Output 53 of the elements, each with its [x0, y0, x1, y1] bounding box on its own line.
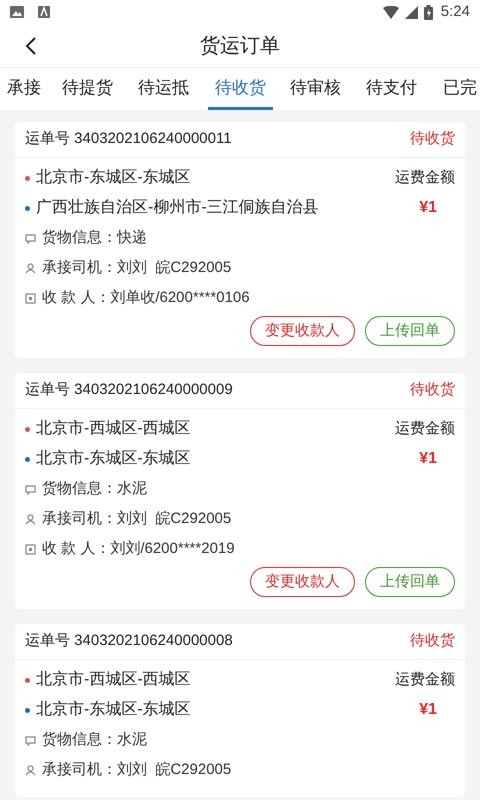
card-icon — [25, 544, 36, 554]
location-text: 北京市-西城区-西城区 — [36, 670, 191, 690]
action-button[interactable]: 上传回单 — [365, 316, 455, 346]
fee-label: 运费金额 — [395, 670, 455, 690]
action-button[interactable]: 变更收款人 — [250, 316, 355, 346]
order-status: 待收货 — [410, 631, 455, 652]
tab[interactable]: 待审核 — [283, 68, 348, 110]
fee-amount: ¥1 — [419, 449, 437, 469]
detail-text: 货物信息：水泥 — [42, 730, 147, 750]
detail-text: 收 款 人：刘刘/6200****2019 — [42, 538, 235, 559]
image-icon — [10, 6, 24, 18]
order-card[interactable]: 运单号 3403202106240000011 待收货 北京市-东城区-东城区 运费金额 广西壮族自治区-柳州市-三江侗族自治县 ¥1 货物信息：快递 承接司机：刘刘 皖C292005 收 款 人：刘单收/6200****0106 变更收款人 上传回单 — [15, 122, 465, 358]
order-status: 待收货 — [410, 380, 455, 400]
location-text: 北京市-西城区-西城区 — [36, 418, 191, 439]
tab[interactable]: 待支付 — [359, 68, 424, 110]
order-number: 运单号 3403202106240000011 — [25, 129, 232, 150]
status-time: 5:24 — [440, 2, 470, 22]
tab[interactable]: 待收货 — [208, 68, 273, 110]
wifi-icon — [382, 6, 399, 18]
card-icon — [25, 292, 36, 304]
tab[interactable]: 待运抵 — [131, 68, 196, 110]
person-icon — [25, 764, 36, 776]
signal-icon — [404, 6, 418, 18]
tab[interactable]: 待提货 — [55, 68, 120, 110]
detail-text: 货物信息：水泥 — [42, 478, 147, 499]
battery-icon — [424, 4, 433, 20]
location-text: 北京市-东城区-东城区 — [36, 168, 191, 188]
location-text: 北京市-东城区-东城区 — [36, 448, 191, 469]
detail-text: 收 款 人：刘单收/6200****0106 — [42, 288, 250, 308]
detail-text: 承接司机：刘刘 皖C292005 — [42, 760, 232, 780]
fee-label: 运费金额 — [395, 168, 455, 188]
order-card[interactable]: 运单号 3403202106240000008 待收货 北京市-西城区-西城区 运费金额 北京市-东城区-东城区 ¥1 货物信息：水泥 承接司机：刘刘 皖C292005 — [15, 624, 465, 797]
location-text: 北京市-东城区-东城区 — [36, 700, 191, 720]
detail-text: 承接司机：刘刘 皖C292005 — [42, 258, 232, 278]
back-icon[interactable] — [25, 37, 37, 55]
detail-text: 承接司机：刘刘 皖C292005 — [42, 508, 232, 529]
fee-amount: ¥1 — [419, 700, 437, 720]
order-number: 运单号 3403202106240000009 — [25, 380, 233, 400]
order-status: 待收货 — [410, 129, 455, 150]
fee-label: 运费金额 — [395, 418, 455, 439]
location-text: 广西壮族自治区-柳州市-三江侗族自治县 — [36, 198, 319, 218]
order-card[interactable]: 运单号 3403202106240000009 待收货 北京市-西城区-西城区 运费金额 北京市-东城区-东城区 ¥1 货物信息：水泥 承接司机：刘刘 皖C292005 收 款 人：刘刘/6200****2019 变更收款人 上传回单 — [15, 373, 465, 609]
detail-text: 货物信息：快递 — [42, 228, 147, 248]
order-number: 运单号 3403202106240000008 — [25, 631, 233, 652]
page-title: 货运订单 — [200, 34, 280, 58]
fee-amount: ¥1 — [419, 198, 437, 218]
app-icon — [38, 6, 50, 18]
tab[interactable]: 承接 — [0, 68, 48, 110]
person-icon — [25, 514, 36, 524]
person-icon — [25, 262, 36, 274]
action-button[interactable]: 上传回单 — [365, 567, 455, 597]
action-button[interactable]: 变更收款人 — [250, 567, 355, 597]
tab[interactable]: 已完 — [436, 68, 480, 110]
